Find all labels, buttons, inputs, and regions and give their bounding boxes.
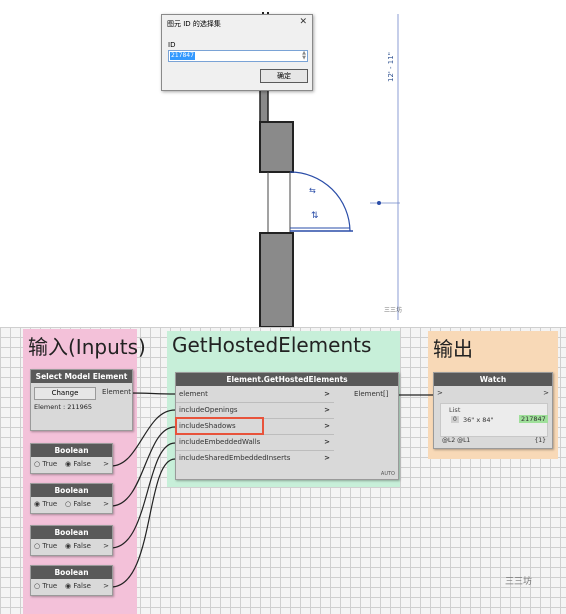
dimension-grip[interactable] (377, 201, 381, 205)
port-label: includeOpenings (179, 406, 238, 414)
dynamo-canvas[interactable]: 输入(Inputs) GetHostedElements 输出 Select M… (0, 327, 566, 614)
output-port[interactable]: > (103, 542, 109, 550)
list-index: 0 (451, 416, 459, 423)
input-port-include-shared-embedded-inserts[interactable]: includeSharedEmbeddedInserts > (176, 451, 334, 466)
flip-control-icon[interactable]: ⇆ (309, 186, 316, 195)
wall-lower (259, 232, 294, 327)
watermark: 三三坊 (505, 577, 533, 587)
boolean-node[interactable]: Boolean ○ True ◉ False > (30, 525, 113, 556)
output-port-element-list[interactable]: Element[] (354, 390, 388, 398)
wire (110, 426, 176, 507)
selection-by-id-dialog: 图元 ID 的选择集 ✕ ID 217847 ▲ ▼ 确定 (161, 14, 313, 91)
ok-button[interactable]: 确定 (260, 69, 308, 83)
chevron-right-icon: > (324, 438, 330, 446)
close-icon[interactable]: ✕ (299, 17, 307, 27)
list-item-value: 217847 (519, 415, 548, 423)
true-radio[interactable]: ◉ True (34, 500, 57, 508)
port-label: element (179, 390, 208, 398)
true-label: True (42, 500, 58, 508)
wire (110, 458, 176, 588)
true-radio[interactable]: ○ True (34, 460, 57, 468)
node-title: Boolean (31, 566, 112, 579)
watch-count: {1} (534, 437, 546, 444)
input-port-element[interactable]: element > (176, 387, 334, 403)
chevron-right-icon: > (324, 390, 330, 398)
spinner-icon[interactable]: ▲ ▼ (302, 51, 306, 61)
watermark: 三三坊 (384, 307, 403, 314)
false-radio[interactable]: ◉ False (65, 460, 91, 468)
output-port[interactable]: > (103, 582, 109, 590)
boolean-node[interactable]: Boolean ○ True ◉ False > (30, 443, 113, 474)
input-port-include-embedded-walls[interactable]: includeEmbeddedWalls > (176, 435, 334, 451)
true-radio[interactable]: ○ True (34, 542, 57, 550)
element-output-port[interactable]: Element (99, 387, 131, 398)
boolean-node[interactable]: Boolean ◉ True ○ False > (30, 483, 113, 514)
dimension-text: 12' - 11" (387, 52, 395, 82)
watch-content: List 0 36" x 84" 217847 (440, 403, 548, 437)
false-label: False (73, 582, 91, 590)
false-radio[interactable]: ○ False (65, 500, 91, 508)
watch-node[interactable]: Watch > > List 0 36" x 84" 217847 @L2 @L… (433, 372, 553, 449)
wall-upper (259, 89, 269, 123)
selection-info: Element : 211965 (34, 403, 93, 411)
select-model-element-node[interactable]: Select Model Element Change Element Elem… (30, 369, 133, 431)
node-title: Select Model Element (31, 370, 132, 383)
true-label: True (42, 582, 58, 590)
door-swing-arc (289, 171, 351, 232)
wire (129, 392, 176, 395)
true-label: True (42, 460, 58, 468)
watch-input-port[interactable]: > (437, 389, 443, 397)
true-radio[interactable]: ○ True (34, 582, 57, 590)
lacing-label[interactable]: AUTO (381, 471, 395, 477)
node-title: Element.GetHostedElements (176, 373, 398, 386)
output-port[interactable]: > (103, 500, 109, 508)
change-button[interactable]: Change (34, 387, 96, 400)
wall-upper-thick (259, 121, 294, 173)
chevron-right-icon: > (324, 454, 330, 462)
false-radio[interactable]: ◉ False (65, 542, 91, 550)
true-label: True (42, 542, 58, 550)
revit-view: ⇆ ⇅ 图元 ID 的选择集 ✕ ID 217847 ▲ ▼ 确定 12' - 1… (0, 0, 566, 327)
chevron-right-icon: > (324, 422, 330, 430)
id-label: ID (168, 41, 176, 49)
false-radio[interactable]: ◉ False (65, 582, 91, 590)
node-title: Boolean (31, 484, 112, 497)
false-label: False (73, 460, 91, 468)
node-title: Boolean (31, 526, 112, 539)
dialog-title: 图元 ID 的选择集 (167, 20, 221, 28)
id-input-value: 217847 (170, 52, 195, 60)
highlight-box (175, 417, 264, 435)
port-label: includeSharedEmbeddedInserts (179, 454, 291, 462)
node-title: Watch (434, 373, 552, 386)
boolean-node[interactable]: Boolean ○ True ◉ False > (30, 565, 113, 596)
false-label: False (73, 500, 91, 508)
flip-control-icon[interactable]: ⇅ (311, 211, 319, 221)
false-label: False (73, 542, 91, 550)
id-input[interactable]: 217847 ▲ ▼ (168, 50, 308, 62)
output-port[interactable]: > (103, 460, 109, 468)
chevron-right-icon: > (324, 406, 330, 414)
port-label: includeEmbeddedWalls (179, 438, 261, 446)
list-item-text: 36" x 84" (463, 416, 494, 424)
get-hosted-elements-node[interactable]: Element.GetHostedElements element > incl… (175, 372, 399, 480)
watch-levels: @L2 @L1 (442, 437, 471, 444)
watch-output-port[interactable]: > (543, 389, 549, 397)
node-title: Boolean (31, 444, 112, 457)
list-label: List (449, 406, 461, 414)
wire (110, 442, 176, 549)
